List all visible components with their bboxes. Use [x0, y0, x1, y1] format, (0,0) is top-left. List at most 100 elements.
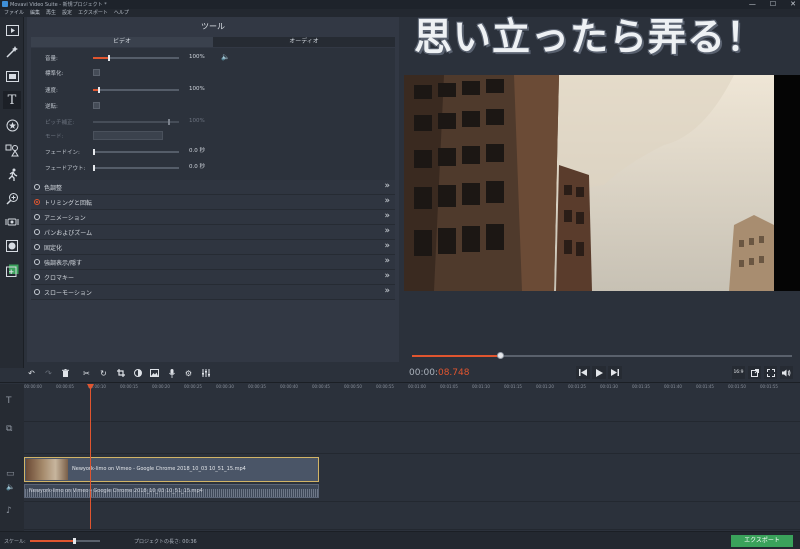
menu-file[interactable]: ファイル [4, 9, 24, 17]
audio-clip[interactable]: Newyork-limo on Vimeo - Google Chrome 20… [24, 484, 319, 498]
expand-arrow-icon: » [384, 241, 390, 251]
overlay-track-icon: ⧉ [6, 424, 13, 434]
image-button[interactable] [147, 366, 162, 380]
fade-in-slider[interactable] [93, 149, 179, 155]
fade-in-label: フェードイン: [45, 150, 80, 156]
audio-link-icon[interactable]: 🔈 [6, 483, 15, 491]
ruler-tick: 00:01:05 [440, 384, 458, 389]
volume-button[interactable] [780, 366, 793, 379]
section-stabilize[interactable]: 固定化 » [31, 240, 395, 255]
section-pan-zoom[interactable]: パンおよびズーム » [31, 225, 395, 240]
playhead[interactable] [90, 384, 91, 529]
speaker-icon[interactable]: 🔈 [221, 53, 230, 61]
maximize-button[interactable]: ☐ [770, 0, 776, 9]
crop-button[interactable] [113, 366, 128, 380]
highlight-icon[interactable] [3, 237, 21, 255]
fade-in-knob[interactable] [93, 149, 95, 155]
redo-button[interactable]: ↷ [41, 366, 56, 380]
pitch-label: ピッチ補正: [45, 120, 75, 126]
speed-value[interactable]: 100% [189, 85, 219, 94]
play-button[interactable] [592, 366, 606, 379]
section-animation[interactable]: アニメーション » [31, 210, 395, 225]
microphone-icon [168, 368, 175, 378]
motion-icon[interactable] [3, 165, 21, 183]
fade-in-value[interactable]: 0.0 秒 [189, 147, 219, 156]
magic-wand-icon[interactable] [3, 43, 21, 61]
undo-button[interactable]: ↶ [24, 366, 39, 380]
skip-forward-icon [611, 369, 619, 376]
next-frame-button[interactable] [608, 366, 622, 379]
timeline-ruler[interactable]: 00:00:00 00:00:05 00:00:10 00:00:15 00:0… [24, 384, 800, 392]
reverse-checkbox[interactable] [93, 102, 100, 109]
menu-edit[interactable]: 編集 [30, 9, 40, 17]
menu-export[interactable]: エクスポート [78, 9, 108, 17]
pitch-knob [168, 119, 171, 125]
text-track[interactable] [24, 394, 800, 422]
more-tools-icon[interactable] [3, 261, 21, 279]
volume-value[interactable]: 100% [189, 53, 219, 62]
section-highlight-conceal[interactable]: 強調表示/隠す » [31, 255, 395, 270]
speed-label: 速度: [45, 88, 58, 94]
rotate-button[interactable]: ↻ [96, 366, 111, 380]
music-track[interactable] [24, 502, 800, 530]
section-trim-rotate[interactable]: トリミングと回転 » [31, 195, 395, 210]
ruler-tick: 00:00:50 [344, 384, 362, 389]
section-slow-motion[interactable]: スローモーション » [31, 285, 395, 300]
tab-video[interactable]: ビデオ [31, 37, 213, 47]
speed-slider[interactable] [93, 87, 179, 93]
delete-button[interactable] [58, 366, 73, 380]
section-indicator [34, 244, 40, 250]
menu-settings[interactable]: 設定 [62, 9, 72, 17]
color-adjust-button[interactable] [130, 366, 145, 380]
close-button[interactable]: ✕ [790, 0, 796, 9]
fade-out-knob[interactable] [93, 165, 95, 171]
equalizer-button[interactable] [198, 366, 213, 380]
volume-slider[interactable] [93, 55, 179, 61]
titles-icon[interactable]: T [3, 91, 21, 109]
menu-help[interactable]: ヘルプ [114, 9, 129, 17]
volume-label: 音量: [45, 56, 58, 62]
record-audio-button[interactable] [164, 366, 179, 380]
export-button[interactable]: エクスポート [731, 535, 793, 547]
detach-preview-button[interactable] [748, 366, 761, 379]
filters-icon[interactable] [3, 67, 21, 85]
section-chroma-key[interactable]: クロマキー » [31, 270, 395, 285]
video-preview[interactable] [404, 75, 800, 291]
fade-out-value[interactable]: 0.0 秒 [189, 163, 219, 172]
ruler-tick: 00:00:55 [376, 384, 394, 389]
section-label: スローモーション [44, 290, 92, 297]
aspect-ratio-button[interactable]: 16:9 [732, 366, 745, 379]
zoom-icon[interactable] [3, 189, 21, 207]
scissors-icon: ✂ [83, 368, 90, 378]
ruler-tick: 00:00:30 [216, 384, 234, 389]
trash-icon [62, 369, 69, 377]
scale-slider[interactable] [30, 538, 100, 544]
fullscreen-button[interactable] [764, 366, 777, 379]
normalize-label: 標準化: [45, 71, 64, 77]
seek-bar[interactable] [412, 352, 792, 359]
video-track-icon: ▭ [6, 469, 15, 479]
tab-audio[interactable]: オーディオ [213, 37, 395, 47]
cut-button[interactable]: ✂ [79, 366, 94, 380]
import-icon[interactable] [3, 21, 21, 39]
pitch-slider [93, 119, 179, 125]
stickers-icon[interactable] [3, 116, 21, 134]
seek-knob[interactable] [497, 352, 505, 359]
video-clip[interactable]: Newyork-limo on Vimeo - Google Chrome 20… [24, 457, 319, 482]
fade-out-slider[interactable] [93, 165, 179, 171]
stabilize-icon[interactable] [3, 213, 21, 231]
section-indicator [34, 229, 40, 235]
settings-button[interactable]: ⚙ [181, 366, 196, 380]
speed-knob[interactable] [97, 87, 100, 93]
section-color-adjust[interactable]: 色調整 » [31, 180, 395, 195]
ruler-tick: 00:00:15 [120, 384, 138, 389]
clip-thumbnail [26, 459, 68, 480]
scale-knob[interactable] [73, 538, 76, 544]
overlay-track[interactable] [24, 422, 800, 454]
shapes-icon[interactable] [3, 141, 21, 159]
menu-play[interactable]: 再生 [46, 9, 56, 17]
volume-knob[interactable] [108, 55, 111, 61]
normalize-checkbox[interactable] [93, 69, 100, 76]
tools-panel: ツール ビデオ オーディオ 音量: 100% 🔈 標準化: 速度: 100% 逆… [27, 17, 399, 362]
previous-frame-button[interactable] [576, 366, 590, 379]
